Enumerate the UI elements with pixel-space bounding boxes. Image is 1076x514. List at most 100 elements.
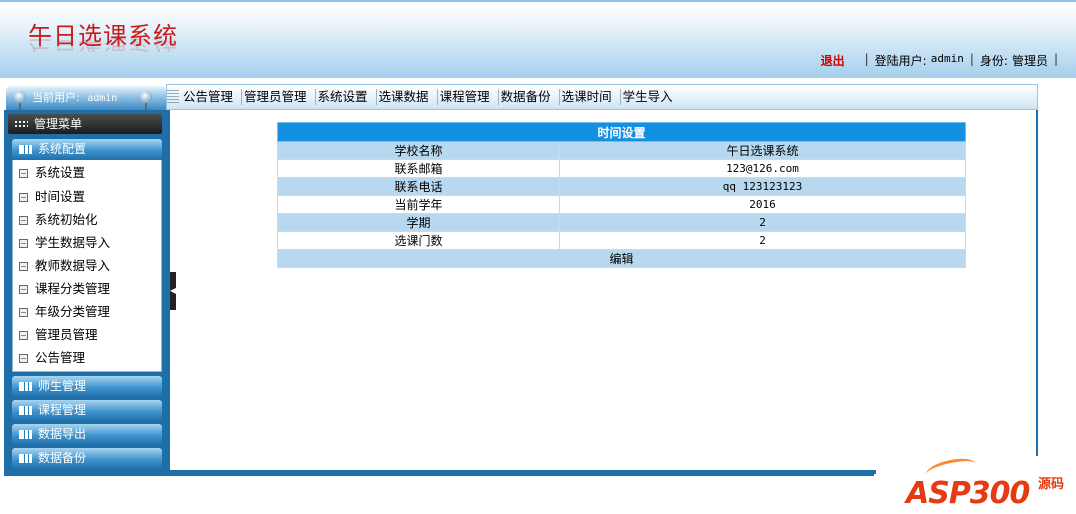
submenu-item-admin-manage[interactable]: 管理员管理: [19, 326, 98, 344]
table-title: 时间设置: [277, 122, 966, 142]
section-label: 系统配置: [38, 142, 87, 156]
submenu-label: 课程分类管理: [35, 281, 111, 296]
submenu-item-system-init[interactable]: 系统初始化: [19, 211, 98, 229]
collapse-square-icon: [19, 169, 28, 178]
login-user-name: admin: [930, 52, 964, 65]
watermark-sub-label: 源码: [1038, 477, 1065, 492]
book-icon: [19, 454, 32, 463]
section-label: 课程管理: [38, 403, 87, 417]
section-data-backup[interactable]: 数据备份: [12, 448, 162, 469]
submenu-item-student-import[interactable]: 学生数据导入: [19, 234, 110, 252]
submenu-item-system-settings[interactable]: 系统设置: [19, 164, 85, 182]
toolbar-grip-icon: [167, 90, 179, 104]
table-title-row: 时间设置: [277, 122, 966, 142]
submenu-item-course-category[interactable]: 课程分类管理: [19, 280, 110, 298]
collapse-square-icon: [19, 193, 28, 202]
separator: |: [864, 52, 869, 66]
table-row: 学校名称 午日选课系统: [277, 141, 966, 160]
bottom-border: [4, 470, 874, 476]
row-value: 2016: [559, 195, 966, 214]
book-icon: [19, 382, 32, 391]
submenu-label: 公告管理: [35, 350, 86, 365]
current-user-name: admin: [87, 93, 118, 104]
header-user-info: 退出 | 登陆用户: admin | 身份: 管理员 |: [821, 52, 1064, 69]
book-icon: [19, 430, 32, 439]
section-course-manage[interactable]: 课程管理: [12, 400, 162, 421]
submenu-label: 管理员管理: [35, 327, 98, 342]
top-nav-bar: 公告管理 管理员管理 系统设置 选课数据 课程管理 数据备份 选课时间 学生导入: [166, 84, 1038, 110]
app-title-reflection: 午日选课系统: [28, 38, 178, 54]
row-value: 2: [559, 213, 966, 232]
nav-student-import[interactable]: 学生导入: [619, 89, 681, 105]
login-user-label: 登陆用户:: [874, 54, 927, 68]
submenu-system-config: 系统设置 时间设置 系统初始化 学生数据导入 教师数据导入 课程分类管理 年级分…: [12, 160, 162, 372]
submenu-label: 年级分类管理: [35, 304, 111, 319]
collapse-square-icon: [19, 308, 28, 317]
submenu-item-announcement[interactable]: 公告管理: [19, 349, 85, 367]
row-value: 123@126.com: [559, 159, 966, 178]
submenu-label: 时间设置: [35, 189, 86, 204]
table-footer-row: 编辑: [277, 249, 966, 268]
grid-icon: [14, 120, 28, 129]
table-row: 联系邮箱 123@126.com: [277, 159, 966, 178]
pin-icon: [140, 91, 152, 111]
table-row: 联系电话 qq 123123123: [277, 177, 966, 196]
nav-admin-manage[interactable]: 管理员管理: [241, 89, 315, 105]
nav-announcement[interactable]: 公告管理: [181, 89, 241, 105]
section-teacher-student[interactable]: 师生管理: [12, 376, 162, 397]
pin-icon: [14, 91, 26, 111]
table-row: 选课门数 2: [277, 231, 966, 250]
section-system-config[interactable]: 系统配置: [12, 139, 162, 160]
table-row: 当前学年 2016: [277, 195, 966, 214]
collapse-square-icon: [19, 239, 28, 248]
row-label: 联系电话: [277, 177, 560, 196]
current-user-bar: 当前用户: admin: [6, 86, 166, 111]
submenu-label: 系统设置: [35, 165, 86, 180]
admin-menu-title: 管理菜单: [34, 117, 83, 131]
separator: |: [969, 52, 974, 66]
section-label: 数据导出: [38, 427, 87, 441]
section-label: 数据备份: [38, 451, 87, 465]
nav-data-backup[interactable]: 数据备份: [497, 89, 559, 105]
row-value: qq 123123123: [559, 177, 966, 196]
nav-course-manage[interactable]: 课程管理: [436, 89, 498, 105]
row-label: 学校名称: [277, 141, 560, 160]
separator: |: [1053, 52, 1058, 66]
nav-course-data[interactable]: 选课数据: [375, 89, 437, 105]
row-label: 当前学年: [277, 195, 560, 214]
row-label: 学期: [277, 213, 560, 232]
edit-button[interactable]: 编辑: [277, 249, 966, 268]
role-label: 身份:: [979, 54, 1008, 68]
nav-selection-time[interactable]: 选课时间: [558, 89, 620, 105]
logout-link[interactable]: 退出: [821, 52, 845, 69]
table-row: 学期 2: [277, 213, 966, 232]
submenu-item-grade-category[interactable]: 年级分类管理: [19, 303, 110, 321]
submenu-item-time-settings[interactable]: 时间设置: [19, 188, 85, 206]
row-value: 2: [559, 231, 966, 250]
time-settings-table: 时间设置 学校名称 午日选课系统 联系邮箱 123@126.com 联系电话 q…: [277, 122, 966, 268]
role-value: 管理员: [1011, 54, 1048, 68]
book-icon: [19, 145, 32, 154]
current-user-label: 当前用户:: [32, 91, 80, 104]
watermark-text: ASP300: [906, 476, 1030, 511]
collapse-square-icon: [19, 285, 28, 294]
row-value: 午日选课系统: [559, 141, 966, 160]
submenu-label: 学生数据导入: [35, 235, 111, 250]
watermark-logo: ASP300 源码: [876, 454, 1076, 514]
watermark-sub: 源码: [1038, 478, 1064, 492]
collapse-square-icon: [19, 216, 28, 225]
collapse-square-icon: [19, 262, 28, 271]
collapse-square-icon: [19, 331, 28, 340]
collapse-square-icon: [19, 354, 28, 363]
nav-system-settings[interactable]: 系统设置: [314, 89, 376, 105]
submenu-label: 教师数据导入: [35, 258, 111, 273]
row-label: 选课门数: [277, 231, 560, 250]
section-data-export[interactable]: 数据导出: [12, 424, 162, 445]
admin-menu-header: 管理菜单: [8, 114, 162, 134]
header-banner: 午日选课系统 午日选课系统 退出 | 登陆用户: admin | 身份: 管理员…: [0, 0, 1076, 78]
submenu-label: 系统初始化: [35, 212, 98, 227]
section-label: 师生管理: [38, 379, 87, 393]
row-label: 联系邮箱: [277, 159, 560, 178]
submenu-item-teacher-import[interactable]: 教师数据导入: [19, 257, 110, 275]
book-icon: [19, 406, 32, 415]
